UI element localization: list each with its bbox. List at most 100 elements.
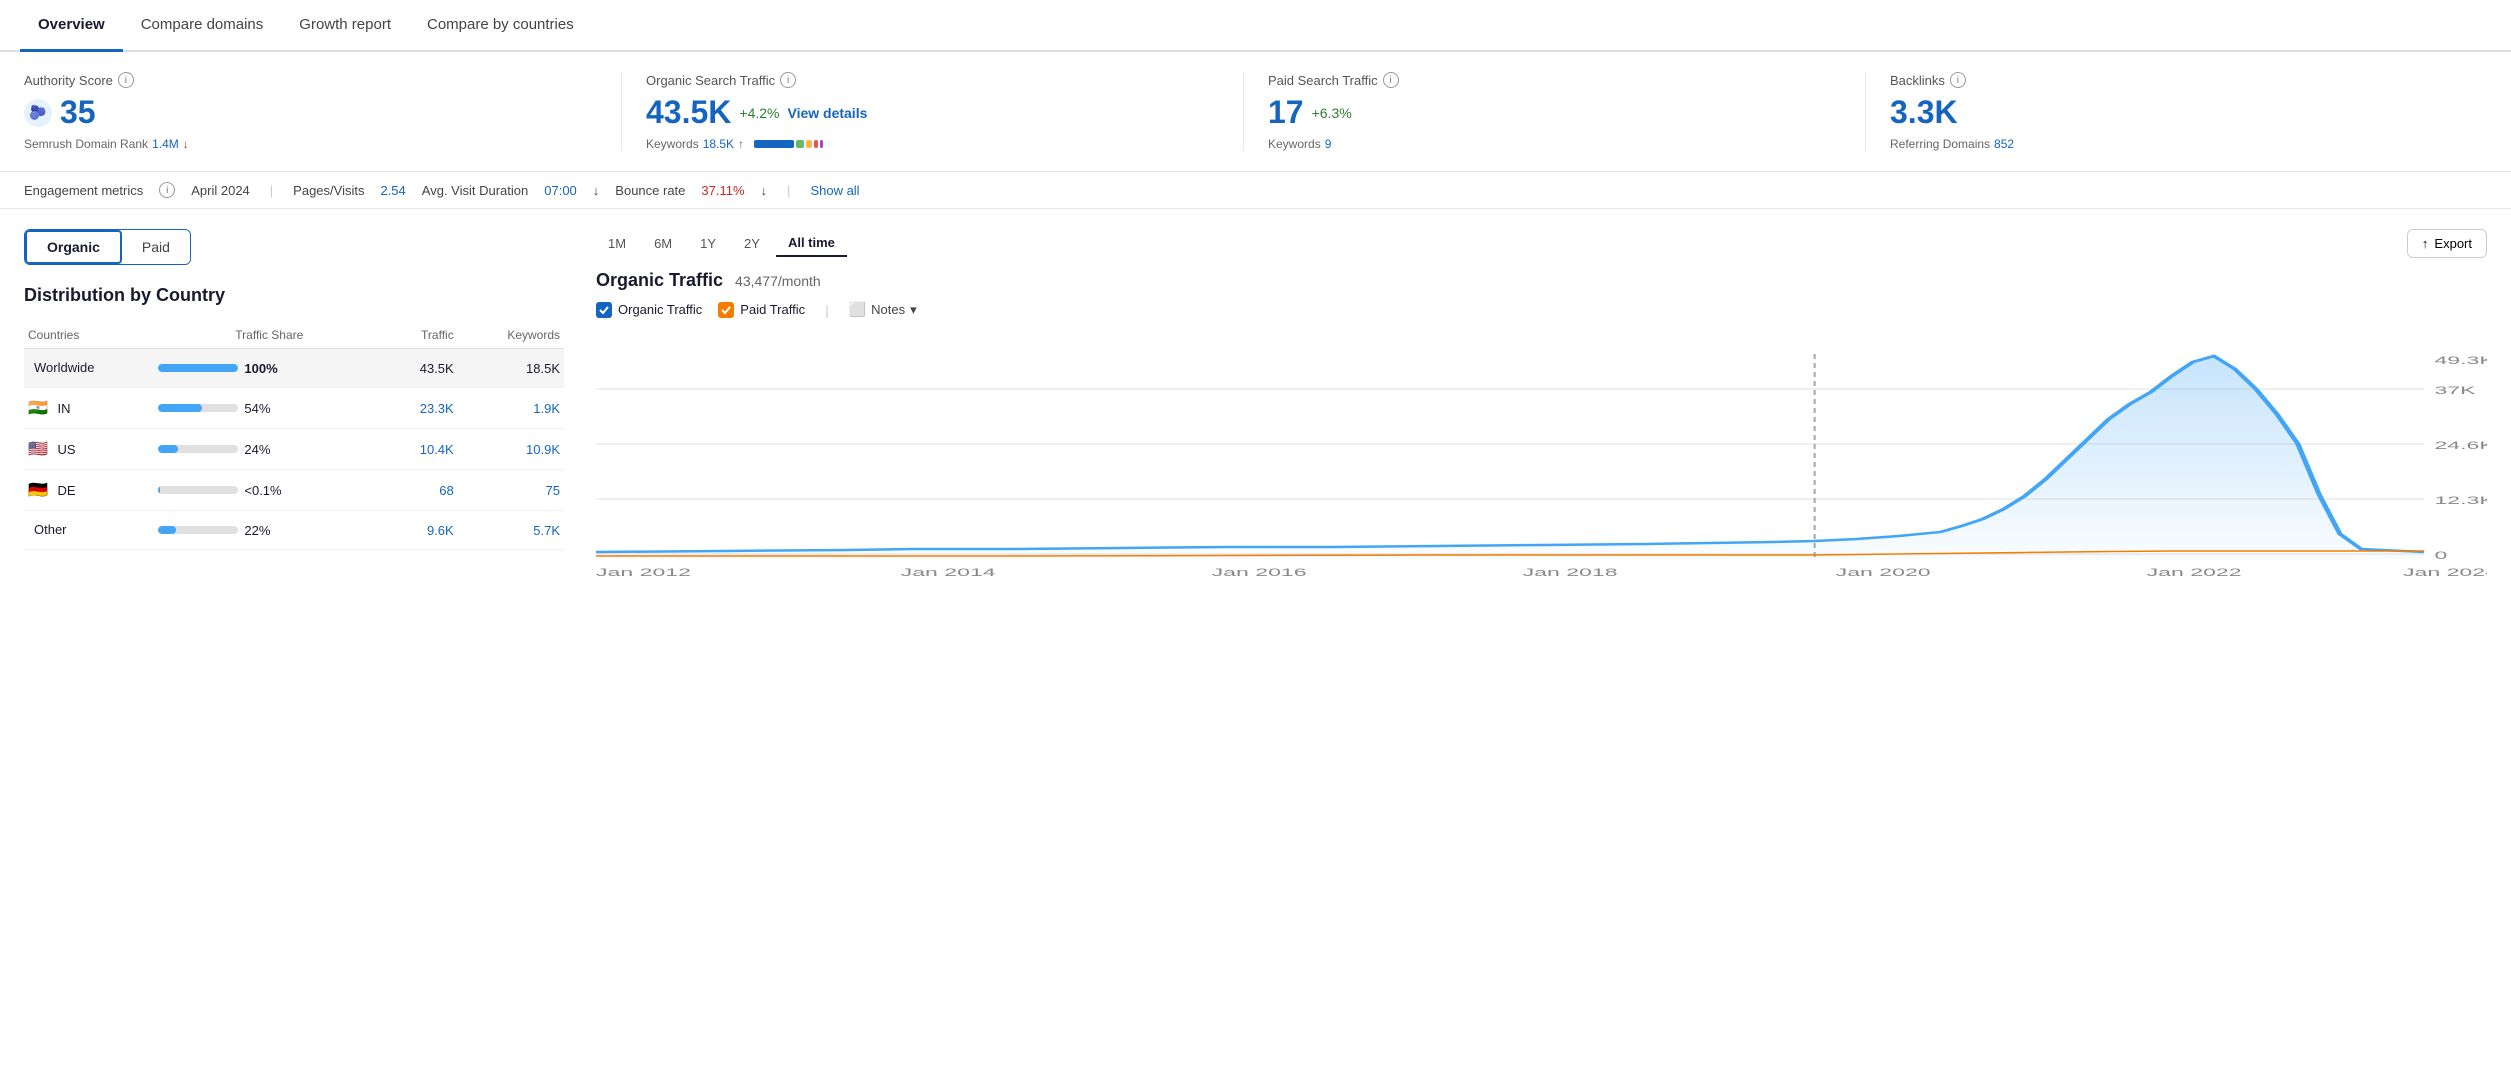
distribution-section-title: Distribution by Country [24, 285, 564, 306]
engagement-period: April 2024 [191, 183, 250, 198]
organic-paid-toggle: Organic Paid [24, 229, 191, 265]
tab-compare-countries[interactable]: Compare by countries [409, 0, 592, 52]
backlinks-label: Backlinks [1890, 73, 1945, 88]
chart-subtitle: 43,477/month [735, 273, 821, 289]
pages-visits-label: Pages/Visits [293, 183, 364, 198]
organic-check-icon [596, 302, 612, 318]
avg-visit-label: Avg. Visit Duration [422, 183, 528, 198]
table-row[interactable]: 🇮🇳 IN 54% 23.3K 1.9K [24, 388, 564, 429]
x-label-2020: Jan 2020 [1836, 566, 1931, 578]
tab-overview[interactable]: Overview [20, 0, 123, 52]
semrush-rank-trend-icon: ↓ [183, 137, 189, 151]
time-btn-1y[interactable]: 1Y [688, 230, 728, 257]
traffic-share-pct: 24% [244, 442, 270, 457]
paid-check-icon [718, 302, 734, 318]
organic-keywords-value[interactable]: 18.5K [703, 137, 734, 151]
time-btn-all[interactable]: All time [776, 230, 847, 257]
keywords-value-cell: 10.9K [458, 429, 564, 470]
traffic-value-cell: 43.5K [384, 349, 458, 388]
organic-keywords-trend-icon: ↑ [738, 137, 744, 151]
metric-authority-score: Authority Score i 🫐 35 Semrush Domain Ra… [24, 72, 622, 151]
country-table: Countries Traffic Share Traffic Keywords… [24, 322, 564, 550]
backlinks-info-icon[interactable]: i [1950, 72, 1966, 88]
y-label-0: 0 [2434, 549, 2447, 561]
country-flag: 🇮🇳 [28, 400, 48, 417]
country-name-cell: 🇺🇸 US [24, 429, 154, 470]
table-row[interactable]: Worldwide 100% 43.5K 18.5K [24, 349, 564, 388]
paid-traffic-change: +6.3% [1312, 105, 1352, 121]
col-countries: Countries [24, 322, 154, 349]
engagement-info-icon[interactable]: i [159, 182, 175, 198]
traffic-share-pct: <0.1% [244, 483, 281, 498]
export-icon: ↑ [2422, 236, 2429, 251]
time-btn-1m[interactable]: 1M [596, 230, 638, 257]
export-label: Export [2434, 236, 2472, 251]
paid-traffic-label: Paid Search Traffic [1268, 73, 1378, 88]
paid-traffic-info-icon[interactable]: i [1383, 72, 1399, 88]
keywords-value-cell: 18.5K [458, 349, 564, 388]
country-name: Other [34, 522, 67, 537]
country-flag: 🇩🇪 [28, 482, 48, 499]
tab-compare-domains[interactable]: Compare domains [123, 0, 282, 52]
traffic-share-pct: 22% [244, 523, 270, 538]
y-label-12k: 12.3K [2434, 494, 2487, 506]
paid-keywords-value[interactable]: 9 [1325, 137, 1332, 151]
paid-tab-btn[interactable]: Paid [122, 230, 190, 264]
time-btn-6m[interactable]: 6M [642, 230, 684, 257]
notes-icon: ⬜ [849, 301, 866, 318]
x-label-2016: Jan 2016 [1212, 566, 1307, 578]
table-row[interactable]: Other 22% 9.6K 5.7K [24, 511, 564, 550]
x-label-2024: Jan 2024 [2403, 566, 2487, 578]
referring-domains-value[interactable]: 852 [1994, 137, 2014, 151]
main-content: Organic Paid Distribution by Country Cou… [0, 209, 2511, 634]
notes-button[interactable]: ⬜ Notes ▾ [849, 301, 917, 318]
table-row[interactable]: 🇩🇪 DE <0.1% 68 75 [24, 470, 564, 511]
keywords-value-cell: 75 [458, 470, 564, 511]
organic-traffic-info-icon[interactable]: i [780, 72, 796, 88]
avg-visit-trend-icon: ↓ [593, 183, 600, 198]
country-name: Worldwide [34, 360, 94, 375]
separator-1: | [270, 183, 273, 198]
y-label-24k: 24.6K [2434, 439, 2487, 451]
separator-2: | [787, 183, 790, 198]
legend-organic-label: Organic Traffic [618, 302, 702, 317]
authority-score-label: Authority Score [24, 73, 113, 88]
view-details-link[interactable]: View details [787, 105, 867, 121]
traffic-share-cell: 22% [154, 511, 384, 550]
table-row[interactable]: 🇺🇸 US 24% 10.4K 10.9K [24, 429, 564, 470]
avg-visit-value: 07:00 [544, 183, 577, 198]
x-label-2012: Jan 2012 [596, 566, 691, 578]
bounce-rate-trend-icon: ↓ [761, 183, 768, 198]
authority-score-badge-icon: 🫐 [24, 99, 52, 127]
country-flag: 🇺🇸 [28, 441, 48, 458]
metric-organic-search-traffic: Organic Search Traffic i 43.5K +4.2% Vie… [646, 72, 1244, 151]
bounce-rate-value: 37.11% [701, 183, 744, 198]
semrush-rank-value[interactable]: 1.4M [152, 137, 179, 151]
authority-score-info-icon[interactable]: i [118, 72, 134, 88]
backlinks-value: 3.3K [1890, 94, 1958, 131]
organic-keywords-label: Keywords [646, 137, 699, 151]
right-panel: 1M 6M 1Y 2Y All time ↑ Export Organic Tr… [596, 229, 2487, 614]
legend-row: Organic Traffic Paid Traffic | ⬜ Notes ▾ [596, 301, 2487, 318]
legend-organic-traffic[interactable]: Organic Traffic [596, 302, 702, 318]
organic-tab-btn[interactable]: Organic [25, 230, 122, 264]
chart-header: Organic Traffic 43,477/month Organic Tra… [596, 270, 2487, 318]
export-button[interactable]: ↑ Export [2407, 229, 2487, 258]
engagement-bar: Engagement metrics i April 2024 | Pages/… [0, 172, 2511, 209]
show-all-link[interactable]: Show all [810, 183, 859, 198]
paid-traffic-value: 17 [1268, 94, 1304, 131]
legend-paid-traffic[interactable]: Paid Traffic [718, 302, 805, 318]
traffic-share-pct: 54% [244, 401, 270, 416]
organic-traffic-value: 43.5K [646, 94, 731, 131]
notes-label: Notes [871, 302, 905, 317]
y-label-49k: 49.3K [2434, 354, 2487, 366]
paid-keywords-label: Keywords [1268, 137, 1321, 151]
time-btn-2y[interactable]: 2Y [732, 230, 772, 257]
traffic-value-cell: 23.3K [384, 388, 458, 429]
time-buttons: 1M 6M 1Y 2Y All time [596, 230, 847, 257]
tab-growth-report[interactable]: Growth report [281, 0, 409, 52]
organic-traffic-change: +4.2% [739, 105, 779, 121]
traffic-value-cell: 10.4K [384, 429, 458, 470]
traffic-value-cell: 68 [384, 470, 458, 511]
engagement-label: Engagement metrics [24, 183, 143, 198]
